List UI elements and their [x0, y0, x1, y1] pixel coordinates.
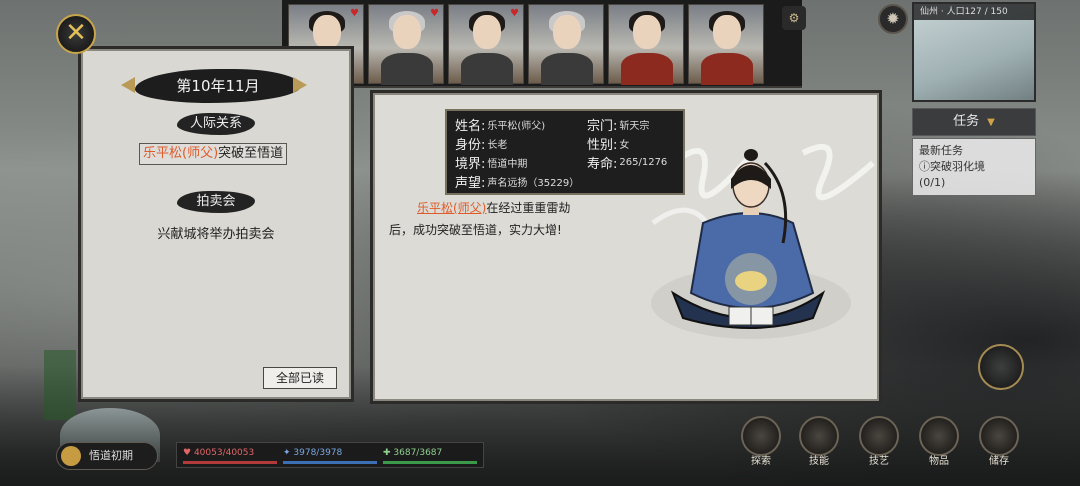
- read-all-button[interactable]: 全部已读: [263, 367, 337, 389]
- explore-button[interactable]: 探索: [740, 416, 782, 472]
- gear-icon[interactable]: ✹: [878, 4, 908, 34]
- sect-key: 宗门:: [587, 119, 618, 134]
- gender-key: 性别:: [587, 138, 618, 153]
- task-progress: (0/1): [919, 176, 946, 189]
- news-window: 第10年11月 人际关系 乐平松(师父)突破至悟道 拍卖会 兴献城将举办拍卖会 …: [78, 46, 354, 402]
- items-button[interactable]: 物品: [918, 416, 960, 472]
- character-portrait-strip[interactable]: ♥ ♥ ♥: [282, 0, 802, 88]
- event-detail-window: 姓名: 乐平松(师父) 宗门: 斩天宗 身份: 长老 性别: 女 境界: 悟道中期 寿命:…: [370, 90, 882, 404]
- event-text: 突破至悟道: [218, 146, 284, 161]
- heart-icon: ♥: [350, 8, 359, 19]
- player-stats-bar: ♥ 40053/40053 ✦ 3978/3978 ✚ 3687/3687: [176, 442, 484, 468]
- event-story-text: 乐平松(师父)在经过重重雷劫 后，成功突破至悟道，实力大增!: [389, 197, 609, 241]
- identity-key: 身份:: [455, 138, 486, 153]
- lifespan-key: 寿命:: [587, 157, 618, 172]
- realm-key: 境界:: [455, 157, 486, 172]
- task-title: 任务: [953, 114, 980, 129]
- task-panel-header[interactable]: 任务 ▼: [912, 108, 1036, 136]
- crafts-button[interactable]: 技艺: [858, 416, 900, 472]
- realm-icon: [61, 446, 81, 466]
- mp-value: 3978/3978: [293, 448, 343, 458]
- character-portrait[interactable]: [608, 4, 684, 85]
- realm-rank-label: 悟道初期: [89, 449, 133, 462]
- story-character-name[interactable]: 乐平松(师父): [417, 201, 486, 215]
- task-panel[interactable]: 最新任务 ⓘ突破羽化境 (0/1): [912, 138, 1036, 196]
- scroll-icon[interactable]: ⚙: [782, 6, 806, 30]
- event-character-name[interactable]: 乐平松(师父): [143, 146, 218, 161]
- info-icon: ⓘ: [919, 160, 930, 173]
- close-x-icon[interactable]: ✕: [56, 14, 96, 54]
- character-portrait[interactable]: ♥: [368, 4, 444, 85]
- realm-value: 悟道中期: [487, 159, 528, 170]
- compass-icon[interactable]: [978, 344, 1024, 390]
- dropdown-arrow-icon: ▼: [987, 117, 995, 128]
- task-latest-label: 最新任务: [919, 144, 963, 157]
- storage-button[interactable]: 储存: [978, 416, 1020, 472]
- section-title-auction: 拍卖会: [177, 191, 255, 213]
- sp-stat: ✚ 3687/3687: [383, 446, 477, 464]
- character-portrait[interactable]: [528, 4, 604, 85]
- next-month-arrow-icon[interactable]: [293, 77, 307, 93]
- side-chat-list[interactable]: [44, 350, 76, 420]
- mini-map[interactable]: 仙州 · 人口127 / 150: [912, 2, 1036, 102]
- hp-value: 40053/40053: [193, 448, 255, 458]
- prev-month-arrow-icon[interactable]: [121, 77, 135, 93]
- realm-rank-pill[interactable]: 悟道初期: [56, 442, 158, 470]
- auction-event[interactable]: 兴献城将举办拍卖会: [81, 223, 351, 242]
- gender-value: 女: [619, 140, 630, 151]
- relation-event[interactable]: 乐平松(师父)突破至悟道: [139, 143, 288, 165]
- story-text-part1: 在经过重重雷劫: [486, 201, 571, 215]
- sect-value: 斩天宗: [619, 121, 650, 132]
- lifespan-value: 265/1276: [619, 157, 668, 168]
- sp-value: 3687/3687: [393, 448, 443, 458]
- section-title-relations: 人际关系: [177, 113, 255, 135]
- mini-map-label: 仙州 · 人口127 / 150: [914, 4, 1034, 20]
- task-name: 突破羽化境: [930, 160, 985, 173]
- skills-button[interactable]: 技能: [798, 416, 840, 472]
- story-text-part2: 后，成功突破至悟道，实力大增!: [389, 223, 562, 237]
- heart-icon: ♥: [510, 8, 519, 19]
- fame-value: 声名远扬（35229）: [487, 178, 580, 189]
- character-portrait[interactable]: [688, 4, 764, 85]
- character-info-card: 姓名: 乐平松(师父) 宗门: 斩天宗 身份: 长老 性别: 女 境界: 悟道中期 寿命:…: [445, 109, 685, 195]
- name-key: 姓名:: [455, 119, 486, 134]
- mp-stat: ✦ 3978/3978: [283, 446, 377, 464]
- name-value: 乐平松(师父): [487, 121, 546, 132]
- identity-value: 长老: [487, 140, 508, 151]
- fame-key: 声望:: [455, 176, 486, 191]
- hp-stat: ♥ 40053/40053: [183, 446, 277, 464]
- heart-icon: ♥: [430, 8, 439, 19]
- character-portrait[interactable]: ♥: [448, 4, 524, 85]
- month-banner: 第10年11月: [135, 69, 301, 103]
